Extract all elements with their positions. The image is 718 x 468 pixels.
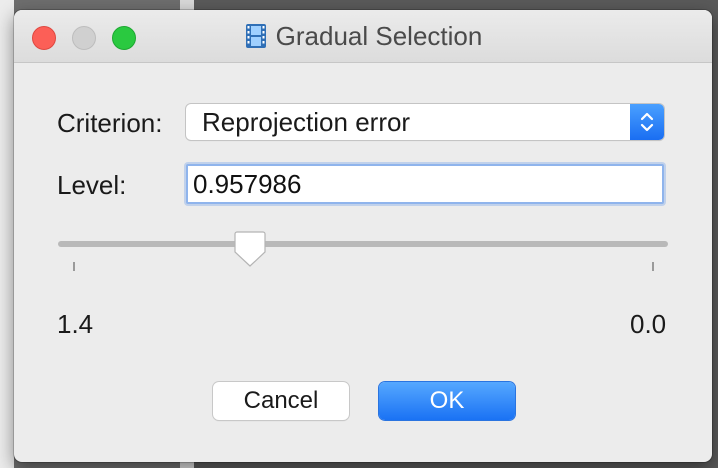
select-stepper[interactable] [630, 104, 664, 140]
criterion-select[interactable]: Reprojection error [186, 104, 664, 140]
chevron-up-down-icon [640, 112, 654, 132]
criterion-selected-value: Reprojection error [202, 107, 411, 137]
slider-knob[interactable] [233, 230, 267, 268]
slider-tick-start [73, 262, 75, 271]
title-bar[interactable]: Gradual Selection [14, 10, 712, 63]
cancel-button[interactable]: Cancel [213, 382, 349, 420]
gradual-selection-dialog: Gradual Selection Criterion: Reprojectio… [14, 10, 712, 462]
level-label: Level: [57, 170, 127, 200]
window-title: Gradual Selection [275, 21, 483, 51]
ok-button[interactable]: OK [379, 382, 515, 420]
slider-tick-end [652, 262, 654, 271]
slider-min-label: 1.4 [57, 309, 94, 339]
film-strip-icon [245, 24, 266, 49]
level-input[interactable]: 0.957986 [186, 164, 664, 204]
background-window [0, 0, 14, 468]
slider-max-label: 0.0 [630, 309, 667, 339]
criterion-label: Criterion: [57, 108, 163, 138]
window-title-area: Gradual Selection [14, 20, 712, 52]
slider-track[interactable] [58, 241, 668, 247]
